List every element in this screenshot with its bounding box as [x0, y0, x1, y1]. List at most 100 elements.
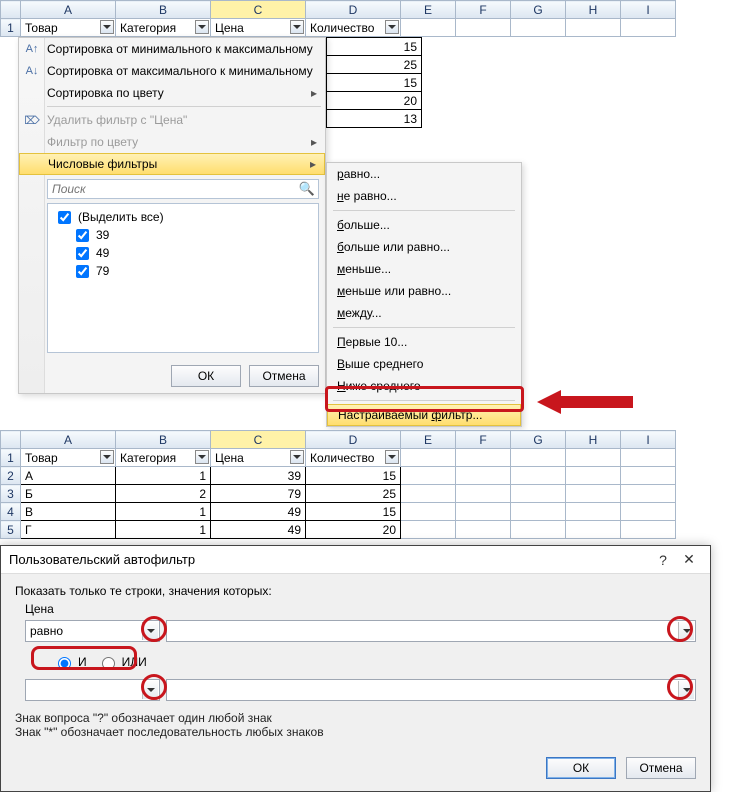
menu-number-filters[interactable]: Числовые фильтры	[19, 153, 325, 175]
cell[interactable]: 39	[211, 467, 306, 485]
cell[interactable]	[456, 467, 511, 485]
col-header[interactable]: D	[306, 1, 401, 19]
col-header[interactable]: B	[116, 431, 211, 449]
radio-and[interactable]: И	[53, 654, 87, 670]
cell[interactable]	[621, 485, 676, 503]
col-header[interactable]: I	[621, 1, 676, 19]
cell[interactable]: Категория	[116, 449, 211, 467]
cell[interactable]: 15	[327, 38, 422, 56]
select-all-checkbox[interactable]: (Выделить все)	[54, 208, 312, 226]
cell[interactable]	[401, 485, 456, 503]
cell[interactable]	[511, 467, 566, 485]
checkbox[interactable]	[76, 265, 89, 278]
filter-less-equal[interactable]: меньше или равно...	[327, 280, 521, 302]
col-header[interactable]: F	[456, 1, 511, 19]
cell[interactable]: Товар	[21, 19, 116, 37]
value-checkbox[interactable]: 39	[54, 226, 312, 244]
cell[interactable]	[456, 521, 511, 539]
checkbox[interactable]	[76, 229, 89, 242]
value-checkbox[interactable]: 79	[54, 262, 312, 280]
checkbox[interactable]	[58, 211, 71, 224]
cell[interactable]	[511, 521, 566, 539]
cell[interactable]	[566, 19, 621, 37]
cell[interactable]: 79	[211, 485, 306, 503]
cell[interactable]: 13	[327, 110, 422, 128]
cell[interactable]: Цена	[211, 449, 306, 467]
menu-sort-asc[interactable]: A↑ Сортировка от минимального к максимал…	[19, 38, 325, 60]
cell[interactable]: Количество	[306, 449, 401, 467]
col-header[interactable]: E	[401, 1, 456, 19]
filter-equals[interactable]: рравно...авно...	[327, 163, 521, 185]
cell[interactable]	[566, 503, 621, 521]
row-header[interactable]: 3	[1, 485, 21, 503]
chevron-down-icon[interactable]	[678, 681, 694, 699]
filter-custom[interactable]: Настраиваемый фильтр...	[327, 404, 521, 426]
cell[interactable]	[401, 467, 456, 485]
col-header[interactable]: G	[511, 1, 566, 19]
cell[interactable]	[401, 521, 456, 539]
chevron-down-icon[interactable]	[142, 622, 158, 640]
cell[interactable]: Количество	[306, 19, 401, 37]
cell[interactable]	[621, 503, 676, 521]
cell[interactable]: 25	[306, 485, 401, 503]
cell[interactable]	[511, 19, 566, 37]
cell[interactable]: 1	[116, 467, 211, 485]
row-header[interactable]: 2	[1, 467, 21, 485]
col-header[interactable]: D	[306, 431, 401, 449]
cell[interactable]: 15	[306, 467, 401, 485]
menu-sort-desc[interactable]: A↓ Сортировка от максимального к минимал…	[19, 60, 325, 82]
filter-dropdown-icon[interactable]	[100, 450, 114, 464]
cell[interactable]	[511, 485, 566, 503]
cancel-button[interactable]: Отмена	[626, 757, 696, 779]
filter-between[interactable]: между...	[327, 302, 521, 324]
cell[interactable]: 1	[116, 503, 211, 521]
chevron-down-icon[interactable]	[142, 681, 158, 699]
filter-dropdown-icon[interactable]	[195, 20, 209, 34]
cell[interactable]	[566, 485, 621, 503]
filter-greater[interactable]: больше...	[327, 214, 521, 236]
checkbox[interactable]	[76, 247, 89, 260]
operator-1-combo[interactable]: равно	[25, 620, 160, 642]
col-header[interactable]: B	[116, 1, 211, 19]
value-2-combo[interactable]	[166, 679, 696, 701]
col-header[interactable]: E	[401, 431, 456, 449]
row-header[interactable]: 1	[1, 449, 21, 467]
help-button[interactable]: ?	[650, 552, 676, 568]
ok-button[interactable]: ОК	[546, 757, 616, 779]
cell[interactable]	[566, 467, 621, 485]
cell[interactable]	[566, 449, 621, 467]
cell[interactable]	[401, 503, 456, 521]
cell[interactable]: 20	[306, 521, 401, 539]
filter-dropdown-icon[interactable]	[100, 20, 114, 34]
radio[interactable]	[102, 657, 115, 670]
cell[interactable]: 25	[327, 56, 422, 74]
cell[interactable]	[511, 503, 566, 521]
col-header[interactable]: H	[566, 431, 621, 449]
row-header[interactable]: 1	[1, 19, 21, 37]
cell[interactable]	[456, 449, 511, 467]
col-header[interactable]: A	[21, 1, 116, 19]
col-header[interactable]: H	[566, 1, 621, 19]
cell[interactable]	[456, 19, 511, 37]
filter-greater-equal[interactable]: больше или равно...	[327, 236, 521, 258]
cell[interactable]: 49	[211, 521, 306, 539]
filter-dropdown-icon[interactable]	[290, 20, 304, 34]
row-header[interactable]: 4	[1, 503, 21, 521]
cell[interactable]: Товар	[21, 449, 116, 467]
radio[interactable]	[58, 657, 71, 670]
filter-less[interactable]: меньше...	[327, 258, 521, 280]
col-header[interactable]: G	[511, 431, 566, 449]
cancel-button[interactable]: Отмена	[249, 365, 319, 387]
cell[interactable]: 1	[116, 521, 211, 539]
cell[interactable]: А	[21, 467, 116, 485]
ok-button[interactable]: ОК	[171, 365, 241, 387]
col-header[interactable]: A	[21, 431, 116, 449]
cell[interactable]	[621, 521, 676, 539]
cell[interactable]	[456, 503, 511, 521]
cell[interactable]	[511, 449, 566, 467]
cell[interactable]: 15	[327, 74, 422, 92]
filter-values-list[interactable]: (Выделить все) 39 49 79	[47, 203, 319, 353]
filter-dropdown-icon[interactable]	[385, 20, 399, 34]
cell[interactable]	[401, 19, 456, 37]
row-header[interactable]: 5	[1, 521, 21, 539]
